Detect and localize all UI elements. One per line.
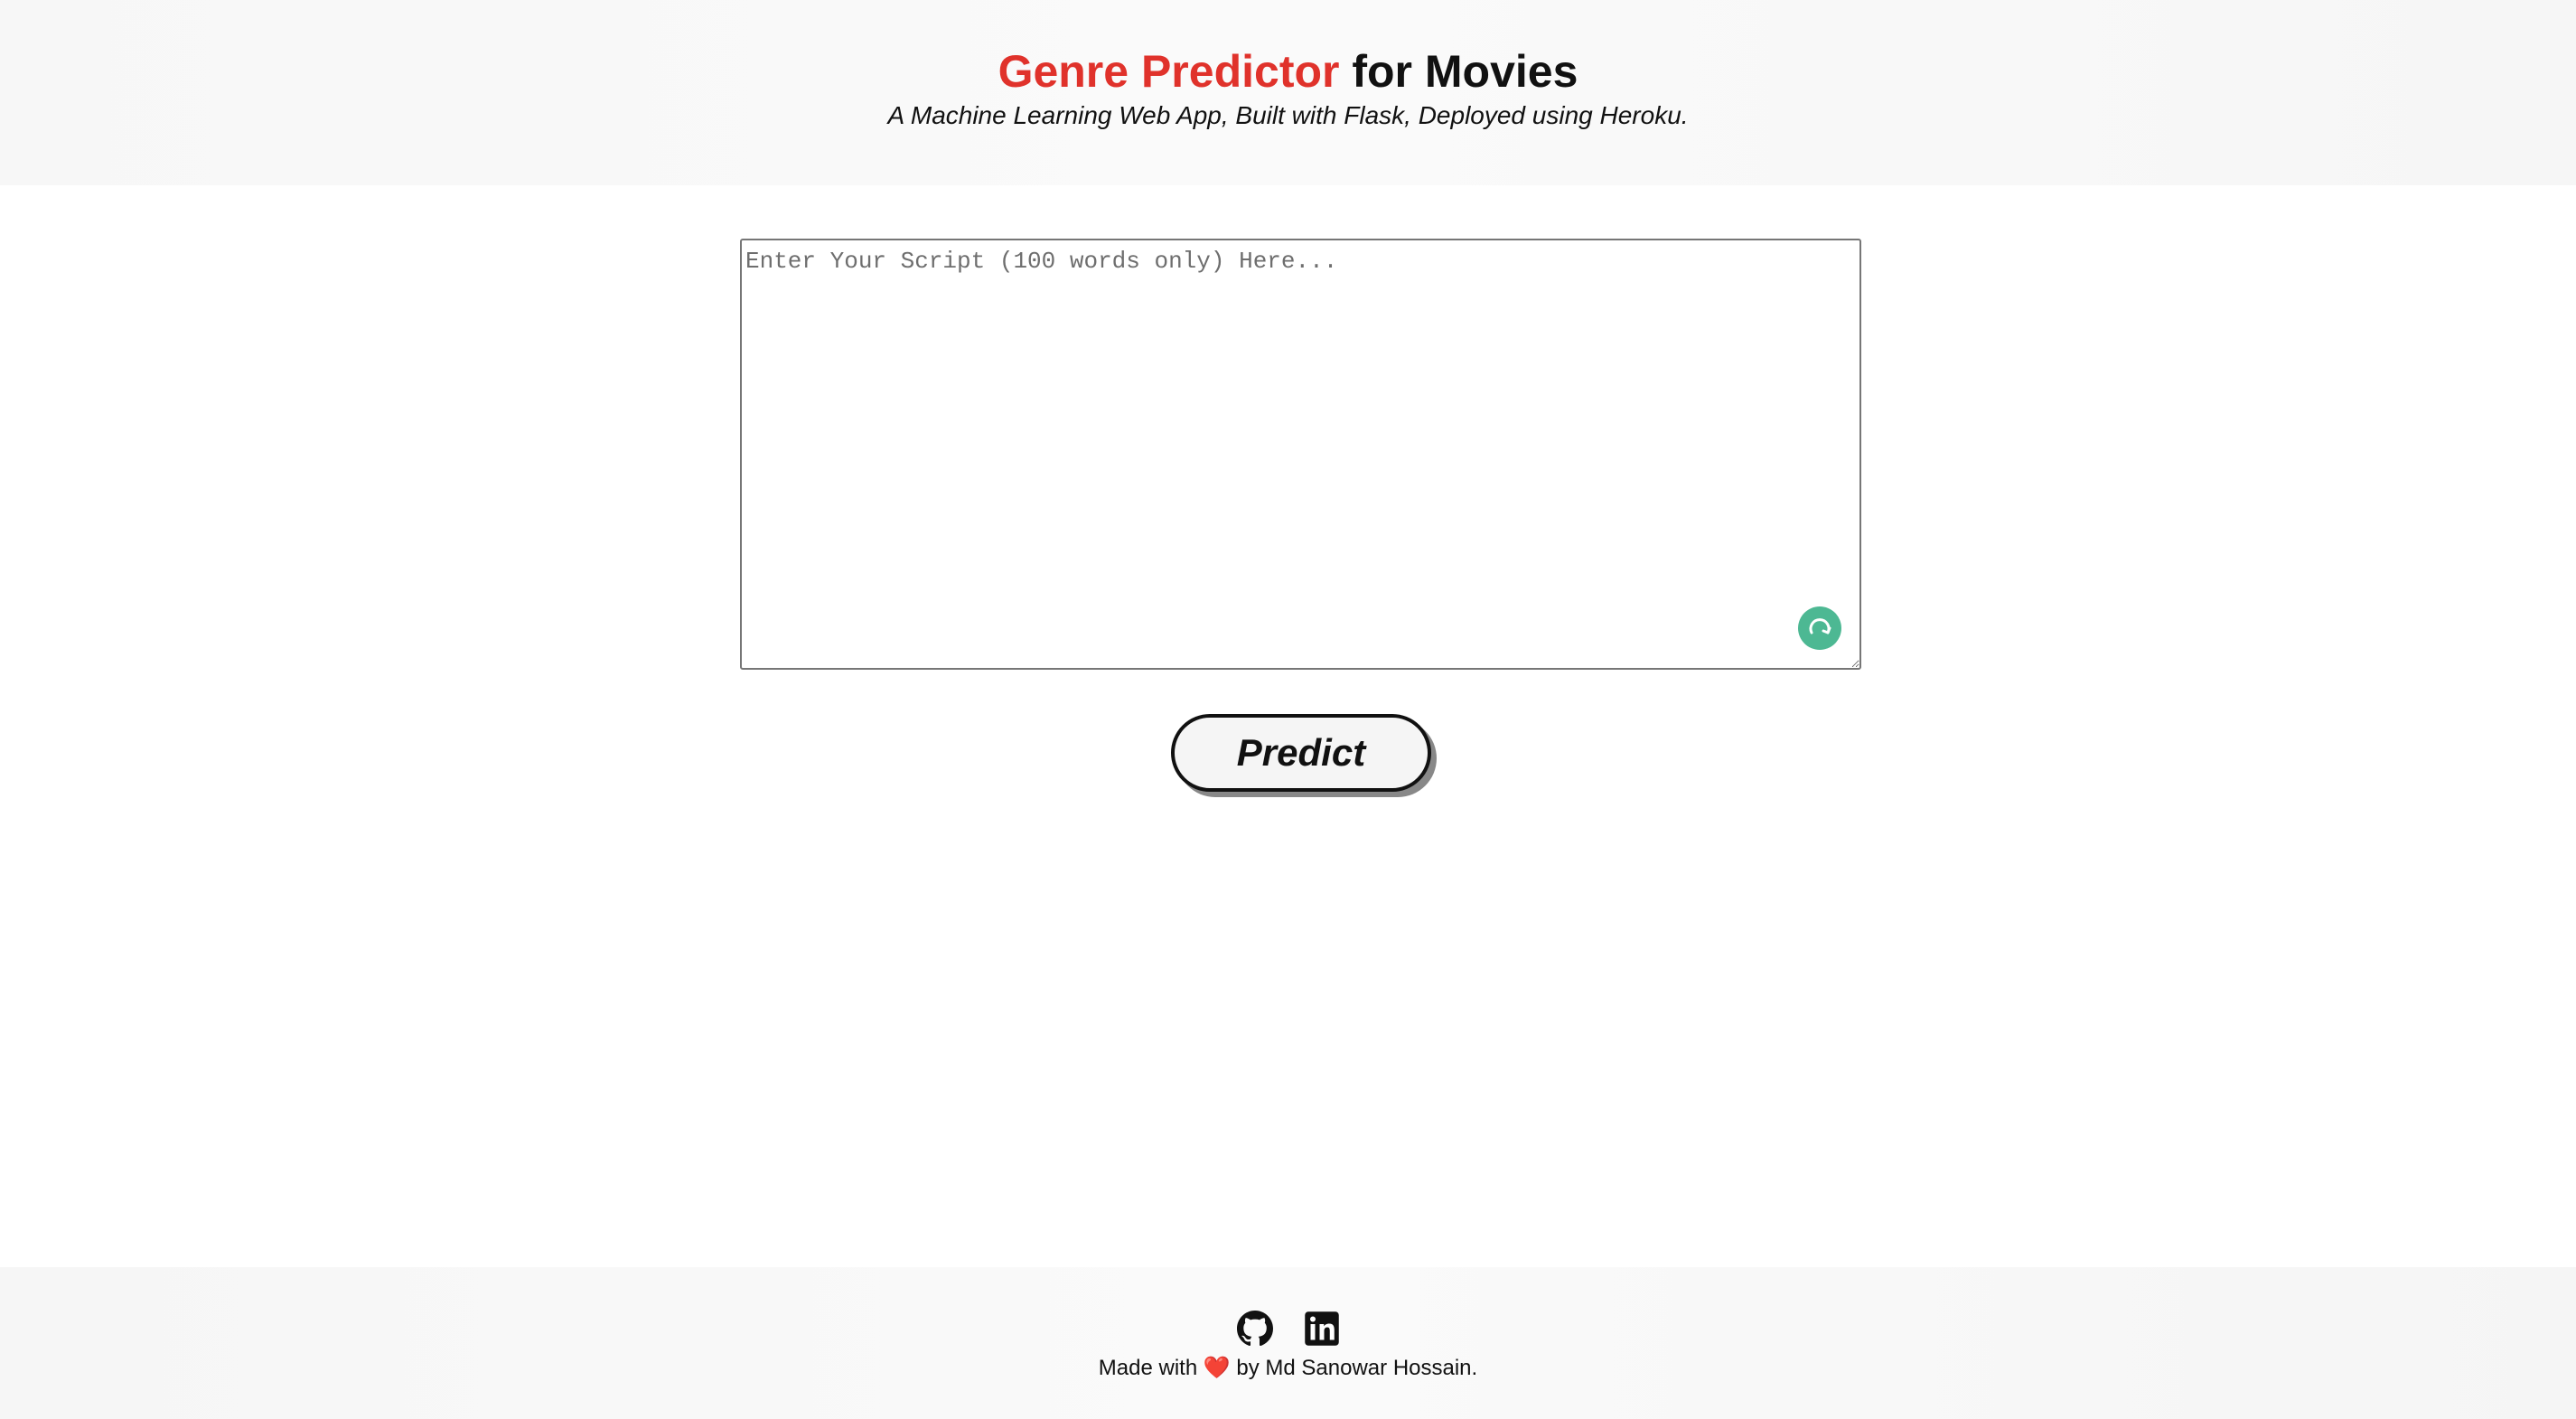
credit-suffix: by Md Sanowar Hossain. — [1230, 1356, 1478, 1380]
linkedin-icon — [1304, 1311, 1339, 1346]
heart-icon: ❤️ — [1203, 1356, 1231, 1380]
page: Genre Predictor for Movies A Machine Lea… — [0, 0, 2576, 1419]
title-rest: for Movies — [1339, 46, 1578, 97]
title-accent: Genre Predictor — [998, 46, 1340, 97]
writing-assistant-icon[interactable] — [1798, 606, 1841, 650]
script-input[interactable] — [740, 239, 1861, 670]
page-title: Genre Predictor for Movies — [0, 42, 2576, 101]
github-icon — [1236, 1311, 1273, 1347]
credit-prefix: Made with — [1098, 1356, 1204, 1380]
page-footer: Made with ❤️ by Md Sanowar Hossain. — [0, 1267, 2576, 1419]
github-link[interactable] — [1236, 1311, 1273, 1347]
page-header: Genre Predictor for Movies A Machine Lea… — [0, 0, 2576, 185]
assistant-refresh-icon — [1809, 618, 1831, 634]
page-subtitle: A Machine Learning Web App, Built with F… — [887, 101, 1689, 129]
social-links — [0, 1311, 2576, 1347]
predict-button[interactable]: Predict — [1171, 714, 1431, 792]
footer-credit: Made with ❤️ by Md Sanowar Hossain. — [0, 1354, 2576, 1383]
linkedin-link[interactable] — [1304, 1311, 1340, 1347]
